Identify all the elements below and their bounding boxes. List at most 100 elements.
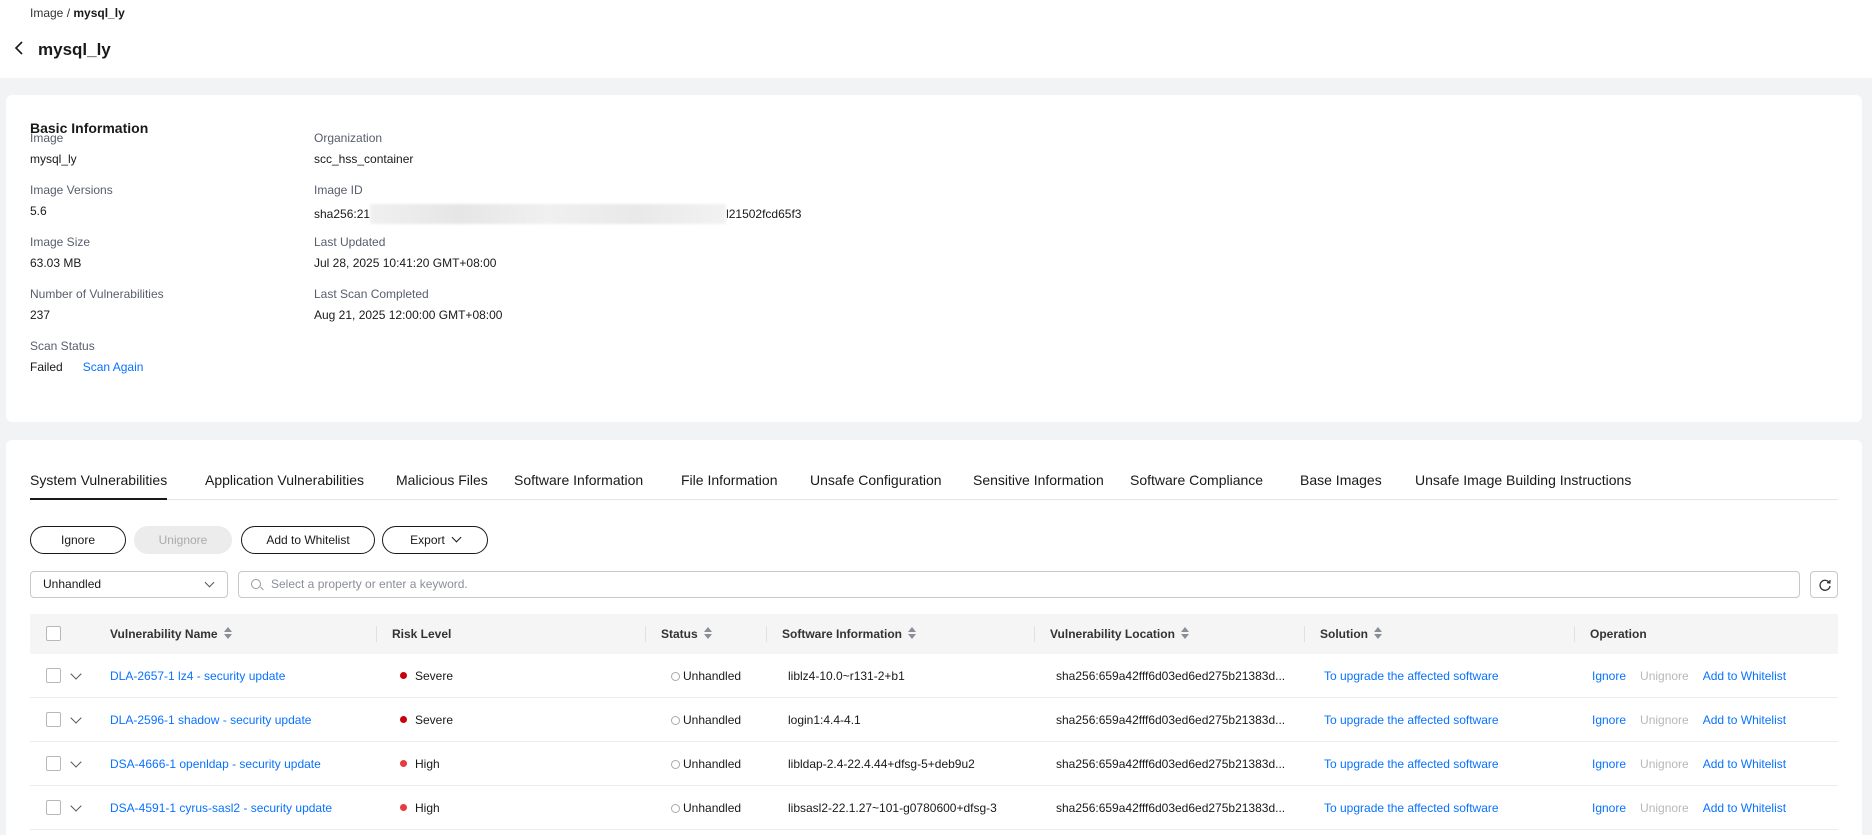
unignore-button[interactable]: Unignore — [134, 526, 232, 554]
software-information: login1:4.4-4.1 — [788, 713, 861, 727]
sort-icon — [1374, 627, 1383, 640]
row-unignore-link[interactable]: Unignore — [1640, 801, 1689, 815]
vulnerabilities-card: System Vulnerabilities Application Vulne… — [6, 440, 1862, 835]
severity-dot-icon — [400, 804, 407, 811]
image-id-value: sha256:21 l21502fcd65f3 — [314, 204, 801, 224]
vulnerability-name-link[interactable]: DLA-2596-1 shadow - security update — [110, 698, 370, 742]
vulnerability-location: sha256:659a42fff6d03ed6ed275b21383d... — [1056, 669, 1286, 683]
row-ignore-link[interactable]: Ignore — [1592, 757, 1626, 771]
solution-link[interactable]: To upgrade the affected software — [1324, 698, 1499, 742]
col-vulnerability-location[interactable]: Vulnerability Location — [1050, 614, 1190, 654]
row-add-to-whitelist-link[interactable]: Add to Whitelist — [1703, 713, 1786, 727]
row-add-to-whitelist-link[interactable]: Add to Whitelist — [1703, 801, 1786, 815]
col-solution[interactable]: Solution — [1320, 614, 1383, 654]
row-add-to-whitelist-link[interactable]: Add to Whitelist — [1703, 669, 1786, 683]
num-vulnerabilities-label: Number of Vulnerabilities — [30, 287, 164, 301]
row-checkbox[interactable] — [46, 712, 61, 727]
col-status[interactable]: Status — [661, 614, 713, 654]
status-ring-icon — [671, 716, 680, 725]
add-to-whitelist-button[interactable]: Add to Whitelist — [241, 526, 375, 554]
chevron-down-icon[interactable] — [70, 712, 82, 724]
select-all-checkbox[interactable] — [46, 626, 61, 641]
tab-base-images[interactable]: Base Images — [1300, 470, 1382, 500]
row-checkbox[interactable] — [46, 756, 61, 771]
col-status-label: Status — [661, 627, 698, 641]
image-id-field: Image ID sha256:21 l21502fcd65f3 — [314, 183, 801, 224]
last-scan-field: Last Scan Completed Aug 21, 2025 12:00:0… — [314, 287, 502, 322]
row-unignore-link[interactable]: Unignore — [1640, 669, 1689, 683]
col-software-information[interactable]: Software Information — [782, 614, 917, 654]
row-checkbox[interactable] — [46, 668, 61, 683]
tab-software-compliance[interactable]: Software Compliance — [1130, 470, 1263, 500]
operation-links: Ignore Unignore Add to Whitelist — [1592, 742, 1800, 786]
scan-status-label: Scan Status — [30, 339, 95, 353]
tab-unsafe-configuration[interactable]: Unsafe Configuration — [810, 470, 942, 500]
organization-field: Organization scc_hss_container — [314, 131, 413, 166]
tab-file-information[interactable]: File Information — [681, 470, 777, 500]
tab-sensitive-information[interactable]: Sensitive Information — [973, 470, 1104, 500]
basic-information-card: Basic Information Image mysql_ly Image V… — [6, 95, 1862, 422]
last-updated-label: Last Updated — [314, 235, 386, 249]
search-input[interactable]: Select a property or enter a keyword. — [238, 571, 1800, 598]
status-text: Unhandled — [683, 669, 742, 683]
vulnerability-name-link[interactable]: DSA-4591-1 cyrus-sasl2 - security update — [110, 786, 370, 830]
export-button[interactable]: Export — [382, 526, 488, 554]
solution-link[interactable]: To upgrade the affected software — [1324, 786, 1499, 830]
software-information: liblz4-10.0~r131-2+b1 — [788, 669, 905, 683]
row-ignore-link[interactable]: Ignore — [1592, 669, 1626, 683]
page-title: mysql_ly — [38, 40, 111, 59]
image-size-label: Image Size — [30, 235, 91, 249]
image-size-field: Image Size 63.03 MB — [30, 235, 90, 270]
status-text: Unhandled — [683, 757, 742, 771]
tab-system-vulnerabilities[interactable]: System Vulnerabilities — [30, 470, 168, 500]
status: Unhandled — [671, 786, 741, 830]
column-divider — [376, 626, 377, 642]
severity-dot-icon — [400, 716, 407, 723]
num-vulnerabilities-field: Number of Vulnerabilities 237 — [30, 287, 164, 322]
tab-software-information[interactable]: Software Information — [514, 470, 643, 500]
table-row: DLA-2596-1 shadow - security update Seve… — [30, 698, 1838, 742]
software-information: libsasl2-22.1.27~101-g0780600+dfsg-3 — [788, 801, 997, 815]
tab-malicious-files[interactable]: Malicious Files — [396, 470, 488, 500]
risk-level-text: Severe — [415, 669, 454, 683]
chevron-down-icon[interactable] — [70, 756, 82, 768]
status-filter-select[interactable]: Unhandled — [30, 571, 228, 598]
vulnerability-name-link[interactable]: DSA-4666-1 openldap - security update — [110, 742, 370, 786]
ignore-button[interactable]: Ignore — [30, 526, 126, 554]
chevron-down-icon[interactable] — [70, 800, 82, 812]
refresh-button[interactable] — [1810, 571, 1838, 598]
col-solution-label: Solution — [1320, 627, 1368, 641]
operation-links: Ignore Unignore Add to Whitelist — [1592, 698, 1800, 742]
table-row: DSA-4666-1 openldap - security update Hi… — [30, 742, 1838, 786]
row-ignore-link[interactable]: Ignore — [1592, 713, 1626, 727]
tab-application-vulnerabilities[interactable]: Application Vulnerabilities — [205, 470, 364, 500]
row-checkbox[interactable] — [46, 800, 61, 815]
status-ring-icon — [671, 804, 680, 813]
risk-level-text: High — [415, 757, 440, 771]
image-field: Image mysql_ly — [30, 131, 77, 166]
export-label: Export — [410, 533, 445, 547]
organization-value: scc_hss_container — [314, 152, 414, 166]
scan-again-link[interactable]: Scan Again — [83, 360, 144, 374]
row-unignore-link[interactable]: Unignore — [1640, 757, 1689, 771]
severity-dot-icon — [400, 672, 407, 679]
operation-links: Ignore Unignore Add to Whitelist — [1592, 654, 1800, 698]
col-vulnerability-name[interactable]: Vulnerability Name — [110, 614, 233, 654]
back-arrow-icon[interactable] — [12, 40, 28, 56]
row-unignore-link[interactable]: Unignore — [1640, 713, 1689, 727]
tab-unsafe-image-building-instructions[interactable]: Unsafe Image Building Instructions — [1415, 470, 1631, 500]
vulnerability-name-link[interactable]: DLA-2657-1 lz4 - security update — [110, 654, 370, 698]
solution-link[interactable]: To upgrade the affected software — [1324, 654, 1499, 698]
chevron-down-icon[interactable] — [70, 668, 82, 680]
image-id-prefix: sha256:21 — [314, 207, 371, 221]
status-ring-icon — [671, 760, 680, 769]
row-ignore-link[interactable]: Ignore — [1592, 801, 1626, 815]
risk-level: High — [400, 742, 440, 786]
solution-link[interactable]: To upgrade the affected software — [1324, 742, 1499, 786]
breadcrumb-image-link[interactable]: Image — [30, 6, 63, 20]
refresh-icon — [1819, 579, 1831, 591]
risk-level-text: High — [415, 801, 440, 815]
organization-label: Organization — [314, 131, 383, 145]
row-add-to-whitelist-link[interactable]: Add to Whitelist — [1703, 757, 1786, 771]
image-value: mysql_ly — [30, 152, 77, 166]
